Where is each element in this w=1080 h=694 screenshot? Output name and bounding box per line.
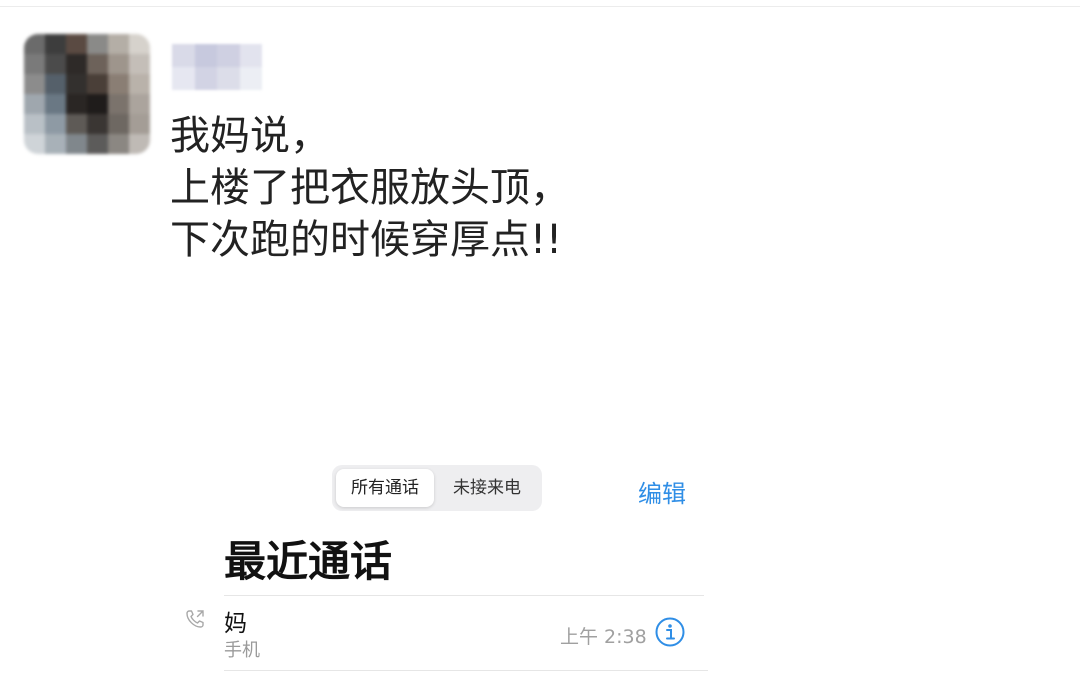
post-line: 我妈说， bbox=[170, 113, 330, 159]
avatar[interactable] bbox=[24, 34, 150, 154]
post-text: 我妈说， 上楼了把衣服放头顶， 下次跑的时候穿厚点!! bbox=[170, 110, 570, 266]
call-time: 上午 2:38 bbox=[560, 626, 647, 648]
username-blurred[interactable] bbox=[172, 44, 262, 90]
tab-missed-calls[interactable]: 未接来电 bbox=[436, 469, 538, 507]
edit-button[interactable]: 编辑 bbox=[638, 474, 686, 509]
phone-outgoing-icon bbox=[184, 608, 206, 630]
contact-name: 妈 bbox=[224, 611, 247, 637]
post-line: 上楼了把衣服放头顶， bbox=[170, 165, 570, 211]
top-divider bbox=[0, 6, 1080, 7]
page-title: 最近通话 bbox=[224, 537, 393, 586]
info-icon[interactable] bbox=[654, 616, 686, 648]
tab-all-calls[interactable]: 所有通话 bbox=[336, 469, 434, 507]
post-line: 下次跑的时候穿厚点!! bbox=[170, 217, 563, 263]
call-filter-segmented-control: 所有通话 未接来电 bbox=[332, 465, 542, 511]
divider bbox=[224, 670, 708, 671]
call-list-item[interactable]: 妈 手机 上午 2:38 bbox=[180, 596, 710, 670]
contact-number-type: 手机 bbox=[224, 640, 260, 661]
recents-screenshot: 所有通话 未接来电 编辑 最近通话 妈 手机 上午 2:38 bbox=[180, 460, 710, 694]
